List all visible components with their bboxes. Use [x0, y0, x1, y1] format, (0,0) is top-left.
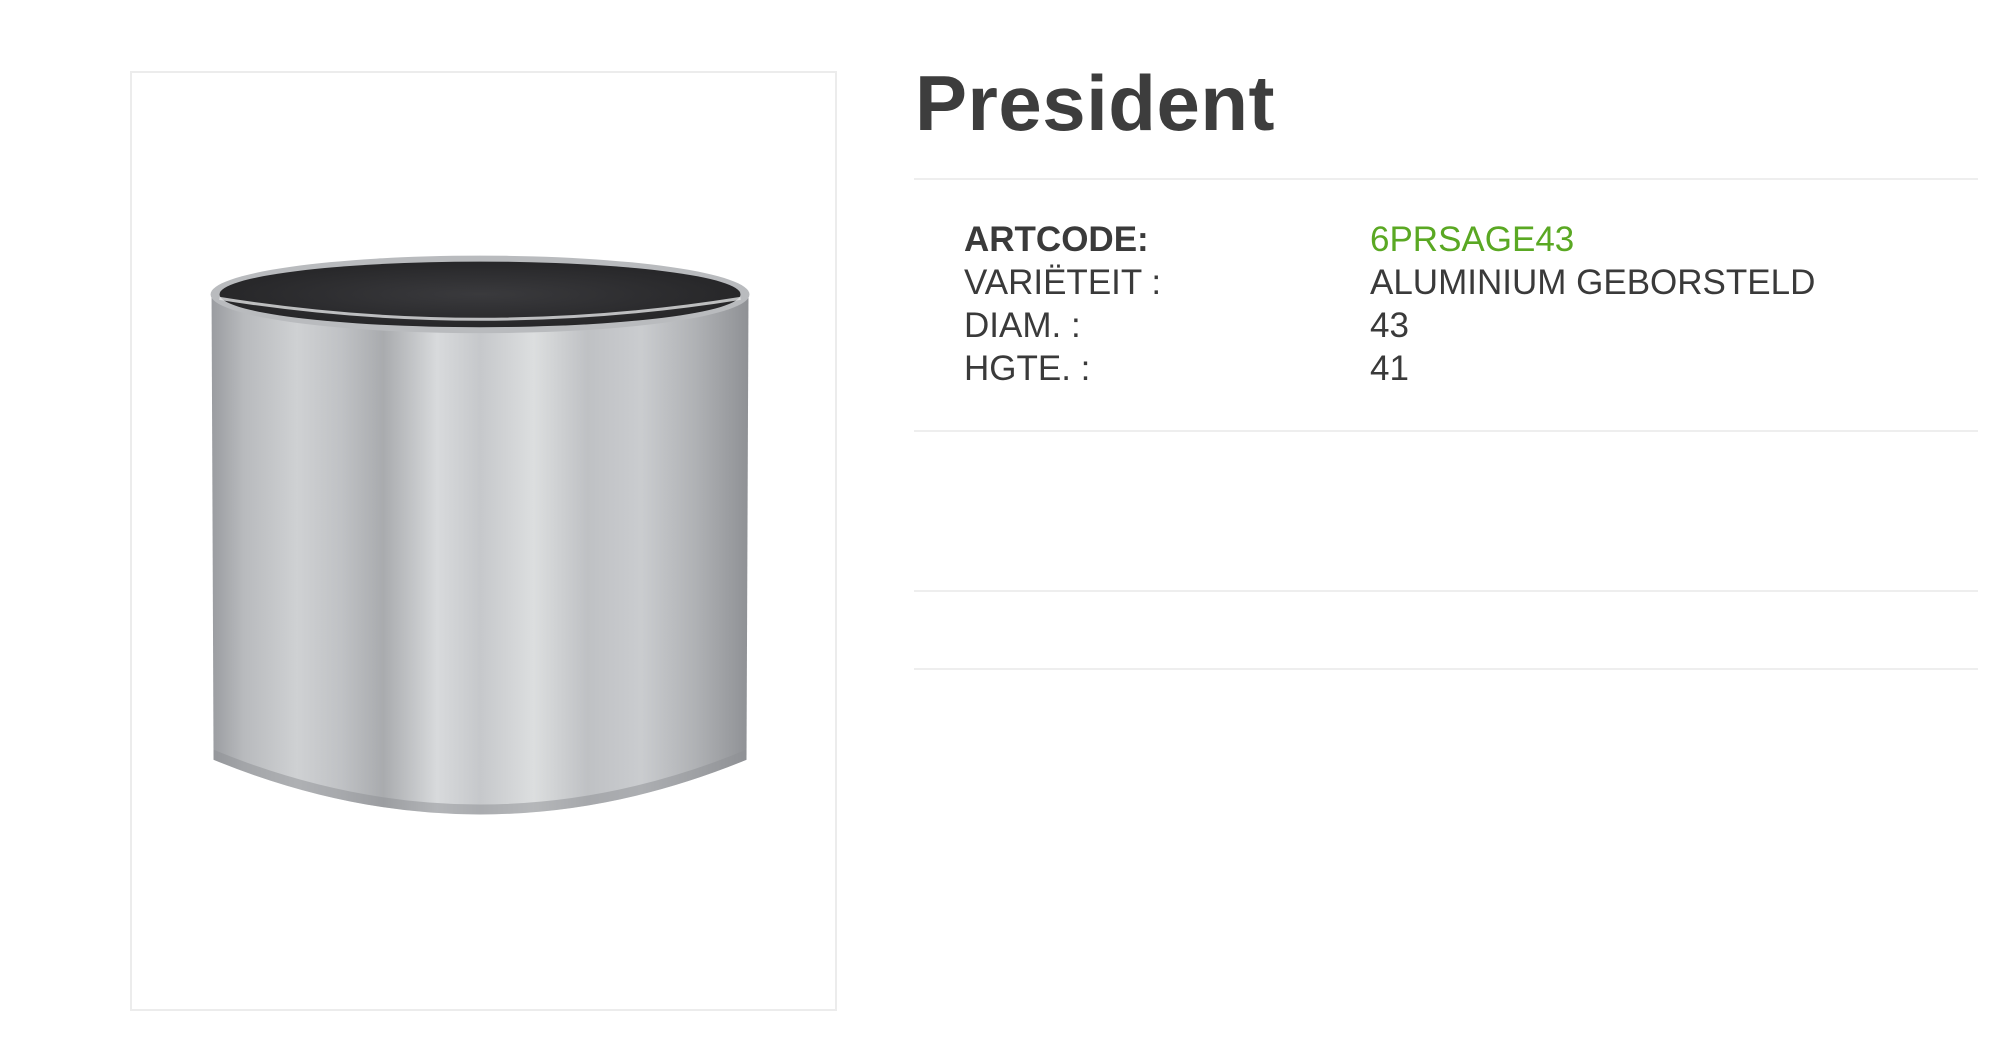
product-image[interactable] [130, 71, 837, 1011]
product-page: President ARTCODE: 6PRSAGE43 VARIËTEIT :… [0, 0, 2008, 1058]
spec-label: VARIËTEIT : [964, 263, 1162, 302]
planter-image [210, 255, 750, 815]
spec-value: 6PRSAGE43 [1370, 220, 1575, 259]
divider [914, 590, 1978, 592]
spec-label: HGTE. : [964, 349, 1091, 388]
divider [914, 430, 1978, 432]
spec-value: 41 [1370, 349, 1409, 388]
spec-row-height: HGTE. : 41 [964, 347, 1864, 390]
spec-label: DIAM. : [964, 306, 1081, 345]
spec-value: ALUMINIUM GEBORSTELD [1370, 263, 1816, 302]
spec-table: ARTCODE: 6PRSAGE43 VARIËTEIT : ALUMINIUM… [964, 218, 1864, 390]
spec-row-artcode: ARTCODE: 6PRSAGE43 [964, 218, 1864, 261]
spec-label: ARTCODE: [964, 220, 1149, 259]
spec-row-variety: VARIËTEIT : ALUMINIUM GEBORSTELD [964, 261, 1864, 304]
divider [914, 668, 1978, 670]
spec-value: 43 [1370, 306, 1409, 345]
divider [914, 178, 1978, 180]
product-title: President [915, 59, 1275, 147]
spec-row-diameter: DIAM. : 43 [964, 304, 1864, 347]
